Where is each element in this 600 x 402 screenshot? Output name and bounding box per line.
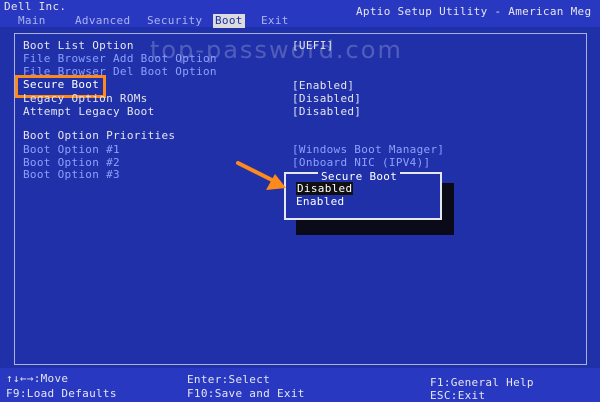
hint-move: ↑↓←→:Move (6, 372, 69, 385)
arrow-annotation-icon (236, 161, 286, 190)
section-boot-option-priorities: Boot Option Priorities (23, 129, 176, 142)
setting-file-browser-add[interactable]: File Browser Add Boot Option (23, 52, 217, 65)
setting-value-boot-option-2[interactable]: [Onboard NIC (IPV4)] (292, 156, 430, 169)
tab-boot[interactable]: Boot (213, 14, 245, 28)
tab-security[interactable]: Security (145, 14, 204, 27)
hint-load-defaults: F9:Load Defaults (6, 387, 117, 400)
tab-main[interactable]: Main (16, 14, 48, 27)
setting-label-legacy-option-roms: Legacy Option ROMs (23, 92, 148, 105)
popup-option-enabled[interactable]: Enabled (296, 195, 344, 208)
hint-select: Enter:Select (187, 373, 271, 386)
hint-exit: ESC:Exit (430, 389, 486, 402)
popup-option-disabled[interactable]: Disabled (296, 182, 354, 195)
setting-value-secure-boot[interactable]: [Enabled] (292, 79, 354, 92)
setting-label-boot-option-3[interactable]: Boot Option #3 (23, 168, 120, 181)
utility-title: Aptio Setup Utility - American Meg (356, 5, 592, 18)
setting-value-boot-list-option[interactable]: [UEFI] (292, 39, 334, 52)
setting-label-secure-boot[interactable]: Secure Boot (23, 78, 99, 91)
vendor-name: Dell Inc. (4, 0, 67, 13)
tab-exit[interactable]: Exit (259, 14, 291, 27)
setting-value-attempt-legacy-boot[interactable]: [Disabled] (292, 105, 361, 118)
setting-value-boot-option-1[interactable]: [Windows Boot Manager] (292, 143, 444, 156)
setting-label-attempt-legacy-boot: Attempt Legacy Boot (23, 105, 155, 118)
hint-save-exit: F10:Save and Exit (187, 387, 305, 400)
tab-advanced[interactable]: Advanced (73, 14, 132, 27)
setting-label-boot-option-1[interactable]: Boot Option #1 (23, 143, 120, 156)
setting-label-boot-list-option: Boot List Option (23, 39, 134, 52)
setting-value-legacy-option-roms[interactable]: [Disabled] (292, 92, 361, 105)
hint-general-help: F1:General Help (430, 376, 534, 389)
